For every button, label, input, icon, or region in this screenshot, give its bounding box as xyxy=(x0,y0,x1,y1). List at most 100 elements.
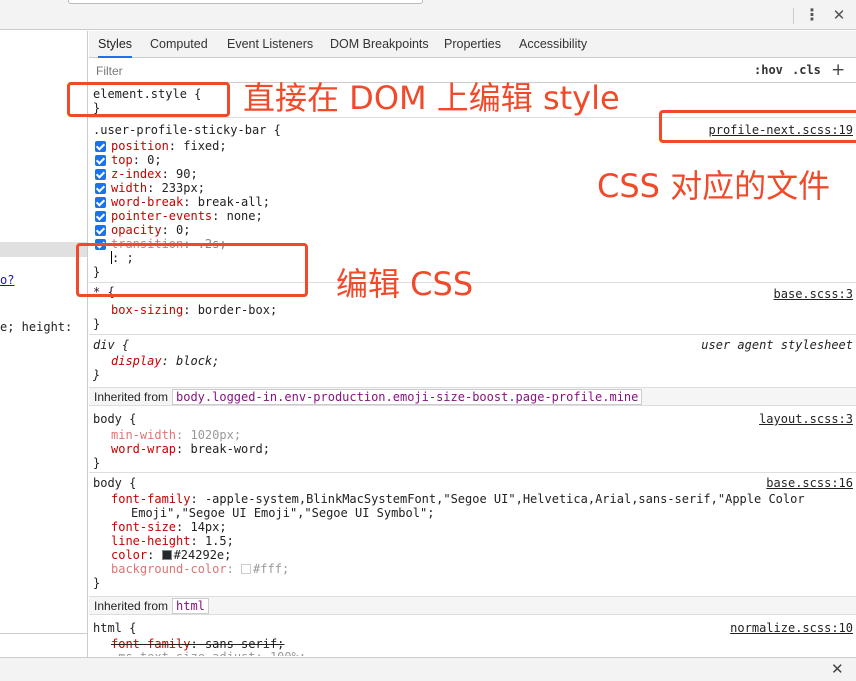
html-selector[interactable]: html { xyxy=(93,621,136,635)
more-options-icon[interactable]: ⋮ xyxy=(803,4,821,26)
tab-event-listeners[interactable]: Event Listeners xyxy=(227,31,313,58)
body-source-link[interactable]: layout.scss:3 xyxy=(759,412,853,426)
declaration[interactable]: z-index: 90; xyxy=(111,167,198,181)
property-name: top xyxy=(111,153,133,167)
property-value: 233px; xyxy=(161,181,205,195)
declaration-overridden[interactable]: font-family: sans-serif; xyxy=(111,637,284,651)
declaration[interactable]: top: 0; xyxy=(111,153,162,167)
rule-separator xyxy=(89,334,856,335)
declaration-clipped: -ms-text-size-adjust: 100%; xyxy=(111,650,306,656)
decl-checkbox[interactable] xyxy=(95,169,106,180)
property-name: pointer-events xyxy=(111,209,213,223)
property-value: 1.5; xyxy=(204,534,234,548)
inherited-node-link[interactable]: html xyxy=(172,598,209,614)
annotation-box-source-file xyxy=(659,110,856,143)
body-selector[interactable]: body { xyxy=(93,412,136,426)
property-name: font-family xyxy=(111,492,191,506)
property-name: color xyxy=(111,548,148,562)
property-name: line-height xyxy=(111,534,191,548)
decl-checkbox[interactable] xyxy=(95,155,106,166)
sticky-bar-selector[interactable]: .user-profile-sticky-bar { xyxy=(93,123,281,137)
color-swatch[interactable] xyxy=(161,550,172,560)
property-value: 90; xyxy=(176,167,198,181)
declaration[interactable]: font-family: -apple-system,BlinkMacSyste… xyxy=(111,492,805,506)
declaration[interactable]: position: fixed; xyxy=(111,139,227,153)
declaration[interactable]: pointer-events: none; xyxy=(111,209,263,223)
add-rule-icon[interactable]: + xyxy=(831,60,845,80)
inherited-node-link[interactable]: body.logged-in.env-production.emoji-size… xyxy=(172,389,643,405)
decl-checkbox[interactable] xyxy=(95,183,106,194)
property-name: font-family xyxy=(111,637,191,651)
declaration[interactable]: box-sizing: border-box; xyxy=(111,303,277,317)
elements-text-fragment: e; height: xyxy=(0,320,73,334)
declaration[interactable]: color: #24292e; xyxy=(111,548,231,562)
selected-node-row[interactable] xyxy=(0,242,87,257)
elements-divider xyxy=(0,633,87,634)
declaration[interactable]: word-wrap: break-word; xyxy=(111,442,270,456)
filter-input[interactable]: Filter xyxy=(96,64,123,78)
drawer-bar: ✕ xyxy=(0,657,856,681)
declaration[interactable]: line-height: 1.5; xyxy=(111,534,234,548)
property-value: 0; xyxy=(176,223,191,237)
property-value: block; xyxy=(176,354,220,368)
rule-separator xyxy=(89,472,856,473)
property-value: fixed; xyxy=(183,139,227,153)
declaration-inactive[interactable]: background-color: #fff; xyxy=(111,562,289,576)
property-name: display xyxy=(111,354,162,368)
user-agent-source: user agent stylesheet xyxy=(701,338,853,352)
annotation-box-edit-css xyxy=(76,243,308,297)
elements-panel: o? e; height: xyxy=(0,31,88,657)
declaration[interactable]: font-size: 14px; xyxy=(111,520,227,534)
devtools-top-bar: ⋮ ✕ xyxy=(0,0,856,30)
close-devtools-icon[interactable]: ✕ xyxy=(830,4,848,26)
close-drawer-icon[interactable]: ✕ xyxy=(831,660,844,678)
window-notch xyxy=(68,0,423,4)
annotation-dom-edit: 直接在 DOM 上编辑 style xyxy=(243,79,620,117)
toolbar-divider xyxy=(793,8,794,24)
property-name: opacity xyxy=(111,223,162,237)
property-name: word-wrap xyxy=(111,442,177,456)
property-value: border-box; xyxy=(197,303,278,317)
property-value: -apple-system,BlinkMacSystemFont,"Segoe … xyxy=(204,492,805,506)
property-value: none; xyxy=(226,209,263,223)
tab-dom-breakpoints[interactable]: DOM Breakpoints xyxy=(330,31,429,58)
decl-checkbox[interactable] xyxy=(95,197,106,208)
inherited-label: Inherited from xyxy=(94,599,169,613)
body-source-link[interactable]: base.scss:16 xyxy=(766,476,853,490)
html-source-link[interactable]: normalize.scss:10 xyxy=(730,621,853,635)
tab-accessibility[interactable]: Accessibility xyxy=(519,31,587,58)
sidebar-tabs: Styles Computed Event Listeners DOM Brea… xyxy=(89,31,856,58)
declaration-inactive[interactable]: min-width: 1020px; xyxy=(111,428,241,442)
property-value: 1020px; xyxy=(190,428,242,442)
decl-checkbox[interactable] xyxy=(95,141,106,152)
elements-text-fragment-link[interactable]: o? xyxy=(0,273,14,287)
hover-state-toggle[interactable]: :hov xyxy=(754,63,783,77)
property-name: font-size xyxy=(111,520,177,534)
declaration: display: block; xyxy=(111,354,220,368)
tab-computed[interactable]: Computed xyxy=(150,31,208,58)
property-name: position xyxy=(111,139,169,153)
tab-styles[interactable]: Styles xyxy=(98,31,133,58)
declaration[interactable]: word-break: break-all; xyxy=(111,195,270,209)
inherited-from-html-header: Inherited from html xyxy=(89,596,856,615)
inherited-label: Inherited from xyxy=(94,390,169,404)
div-selector[interactable]: div { xyxy=(93,338,129,352)
declaration[interactable]: width: 233px; xyxy=(111,181,205,195)
class-toggle[interactable]: .cls xyxy=(792,63,821,77)
color-swatch[interactable] xyxy=(241,564,252,574)
declaration[interactable]: opacity: 0; xyxy=(111,223,190,237)
property-value: 0; xyxy=(147,153,162,167)
universal-source-link[interactable]: base.scss:3 xyxy=(774,287,853,301)
property-name: z-index xyxy=(111,167,162,181)
property-value: #fff; xyxy=(253,562,290,576)
property-value: break-word; xyxy=(190,442,270,456)
property-value: 14px; xyxy=(190,520,227,534)
decl-checkbox[interactable] xyxy=(95,211,106,222)
annotation-css-file: CSS 对应的文件 xyxy=(597,167,831,205)
universal-close: } xyxy=(93,317,101,331)
decl-checkbox[interactable] xyxy=(95,225,106,236)
tab-properties[interactable]: Properties xyxy=(444,31,501,58)
inherited-from-body-header: Inherited from body.logged-in.env-produc… xyxy=(89,387,856,406)
div-close: } xyxy=(93,368,101,382)
body-selector[interactable]: body { xyxy=(93,476,136,490)
